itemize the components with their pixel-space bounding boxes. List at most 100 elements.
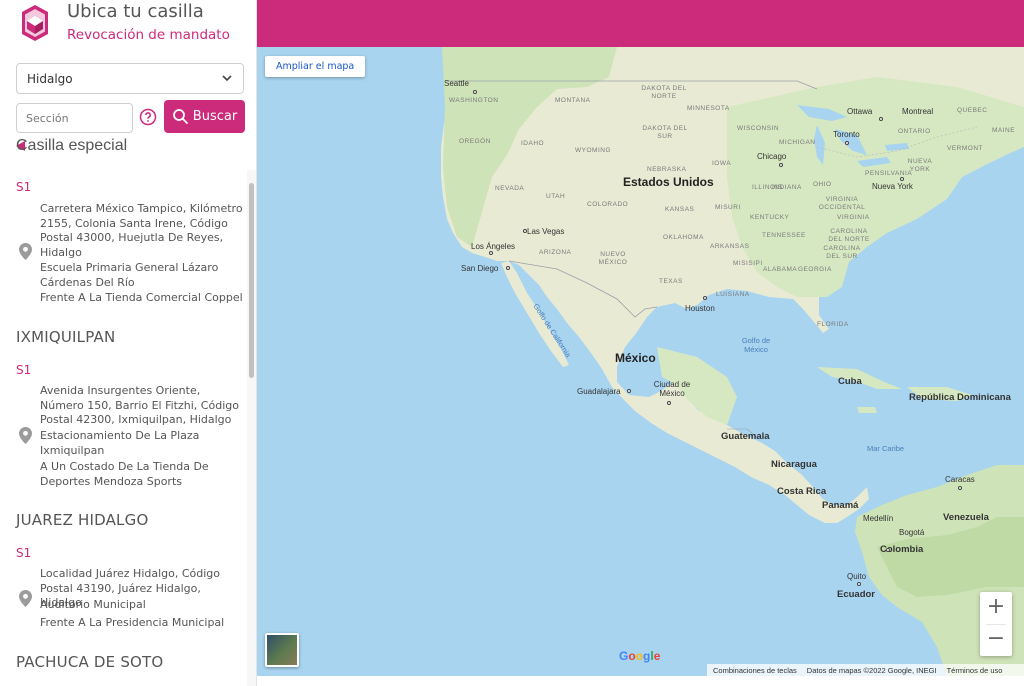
city-marker xyxy=(703,296,707,300)
map-label: VIRGINIA OCCIDENTAL xyxy=(818,196,866,211)
map-label: OREGÓN xyxy=(459,138,491,145)
location-pin-icon xyxy=(19,243,32,260)
special-casilla-toggle[interactable]: Casilla especial xyxy=(16,137,127,154)
casilla-reference: Frente A La Tienda Comercial Coppel xyxy=(40,291,243,304)
casilla-location: Auditorio Municipal xyxy=(40,598,146,611)
map-label: Ottawa xyxy=(847,107,873,116)
help-icon[interactable] xyxy=(139,108,157,126)
city-marker xyxy=(489,251,493,255)
top-banner xyxy=(257,0,1024,47)
map-label: VERMONT xyxy=(947,145,983,152)
map-label: NUEVA YORK xyxy=(907,158,933,173)
state-select[interactable]: Hidalgo xyxy=(16,63,244,94)
city-marker xyxy=(506,266,510,270)
casilla-address: Avenida Insurgentes Oriente, Número 150,… xyxy=(40,384,239,426)
map-label: COLORADO xyxy=(587,201,629,208)
map-label: Quito xyxy=(847,572,867,581)
search-button-label: Buscar xyxy=(192,109,238,124)
chevron-down-icon xyxy=(222,75,232,82)
map-label: Panamá xyxy=(822,500,859,511)
map-label: Houston xyxy=(685,304,715,313)
map-label: Montreal xyxy=(902,107,934,116)
scrollbar-thumb[interactable] xyxy=(249,183,254,378)
map-label: Golfo de México xyxy=(741,336,771,354)
casilla-list[interactable]: S1 Carretera México Tampico, Kilómetro 2… xyxy=(0,170,247,686)
map-label: Las Vegas xyxy=(527,227,565,236)
map-label: MINNESOTA xyxy=(687,105,730,112)
search-button[interactable]: Buscar xyxy=(164,100,245,133)
keyboard-shortcuts-link[interactable]: Combinaciones de teclas xyxy=(713,666,797,675)
section-input[interactable] xyxy=(16,103,133,133)
map-label: TENNESSEE xyxy=(762,232,806,239)
map-label: República Dominicana xyxy=(909,392,1011,403)
map-label: MAINE xyxy=(992,127,1016,134)
map-data-credit: Datos de mapas ©2022 Google, INEGI xyxy=(806,665,937,675)
city-marker xyxy=(779,163,783,167)
city-marker xyxy=(473,90,477,94)
map-label: Ecuador xyxy=(837,589,876,600)
google-map[interactable]: Estados Unidos México Cuba República Dom… xyxy=(257,47,1024,676)
map-label: Medellín xyxy=(863,514,894,523)
list-scrollbar[interactable] xyxy=(247,170,256,686)
zoom-in-button[interactable]: + xyxy=(980,592,1012,624)
casilla-location: Estacionamiento De La Plaza Ixmiquilpan xyxy=(40,429,200,457)
map-label: LUISIANA xyxy=(716,291,750,298)
map-label: NEBRASKA xyxy=(647,166,687,173)
map-label: KANSAS xyxy=(665,206,695,213)
map-label: MONTANA xyxy=(555,97,591,104)
city-marker xyxy=(900,177,904,181)
map-label: San Diego xyxy=(461,264,499,273)
casilla-id: S1 xyxy=(16,546,32,560)
map-label: DAKOTA DEL SUR xyxy=(642,125,688,140)
map-label: Caracas xyxy=(945,475,975,484)
enlarge-map-button[interactable]: Ampliar el mapa xyxy=(265,56,366,77)
location-pin-icon xyxy=(19,427,32,444)
map-label: OHIO xyxy=(813,181,832,188)
map-label: GEORGIA xyxy=(798,266,832,273)
map-label: CAROLINA DEL SUR xyxy=(823,245,861,260)
map-label: México xyxy=(615,351,656,365)
map-label: Seattle xyxy=(444,79,469,88)
map-label: Ciudad de México xyxy=(653,380,691,398)
map-label: Bogotá xyxy=(899,528,925,537)
map-label: NEVADA xyxy=(495,185,525,192)
map-label: Cuba xyxy=(838,376,862,387)
map-label: NUEVO MÉXICO xyxy=(598,251,628,266)
city-marker xyxy=(627,389,631,393)
zoom-controls: + − xyxy=(980,592,1012,656)
satellite-view-toggle[interactable] xyxy=(265,633,299,667)
map-label: Los Ángeles xyxy=(471,242,516,251)
map-label: MISISIPI xyxy=(733,260,763,267)
location-pin-icon xyxy=(19,590,32,607)
brand-header: Ubica tu casilla Revocación de mandato xyxy=(0,0,257,48)
map-label: TEXAS xyxy=(659,278,683,285)
state-select-value: Hidalgo xyxy=(27,72,73,86)
map-label: Chicago xyxy=(757,152,787,161)
city-marker xyxy=(857,582,861,586)
casilla-id: S1 xyxy=(16,180,32,194)
map-label: Nicaragua xyxy=(771,459,817,470)
search-icon xyxy=(172,109,188,124)
city-marker xyxy=(958,486,962,490)
map-label: QUEBEC xyxy=(957,107,988,114)
map-label: IDAHO xyxy=(521,140,545,147)
map-label: CAROLINA DEL NORTE xyxy=(828,228,870,243)
app-subtitle: Revocación de mandato xyxy=(67,27,230,43)
municipality-heading: PACHUCA DE SOTO xyxy=(16,653,164,671)
map-label: WYOMING xyxy=(575,147,611,154)
map-label: MICHIGAN xyxy=(779,139,816,146)
casilla-reference: Frente A La Presidencia Municipal xyxy=(40,616,225,629)
zoom-divider xyxy=(986,624,1006,625)
terms-link[interactable]: Términos de uso xyxy=(947,666,1003,675)
zoom-out-button[interactable]: − xyxy=(980,624,1012,656)
casilla-location: Escuela Primaria General Lázaro Cárdenas… xyxy=(40,261,219,289)
city-marker xyxy=(667,401,671,405)
map-label: KENTUCKY xyxy=(750,214,790,221)
casilla-reference: A Un Costado De La Tienda De Deportes Me… xyxy=(40,460,209,488)
map-label: MISURI xyxy=(715,204,741,211)
map-label: ARKANSAS xyxy=(710,243,750,250)
ballot-box-logo-icon xyxy=(22,5,48,41)
map-label: VIRGINIA xyxy=(837,214,870,221)
map-label: ARIZONA xyxy=(539,249,572,256)
map-label: Mar Caribe xyxy=(867,444,905,453)
